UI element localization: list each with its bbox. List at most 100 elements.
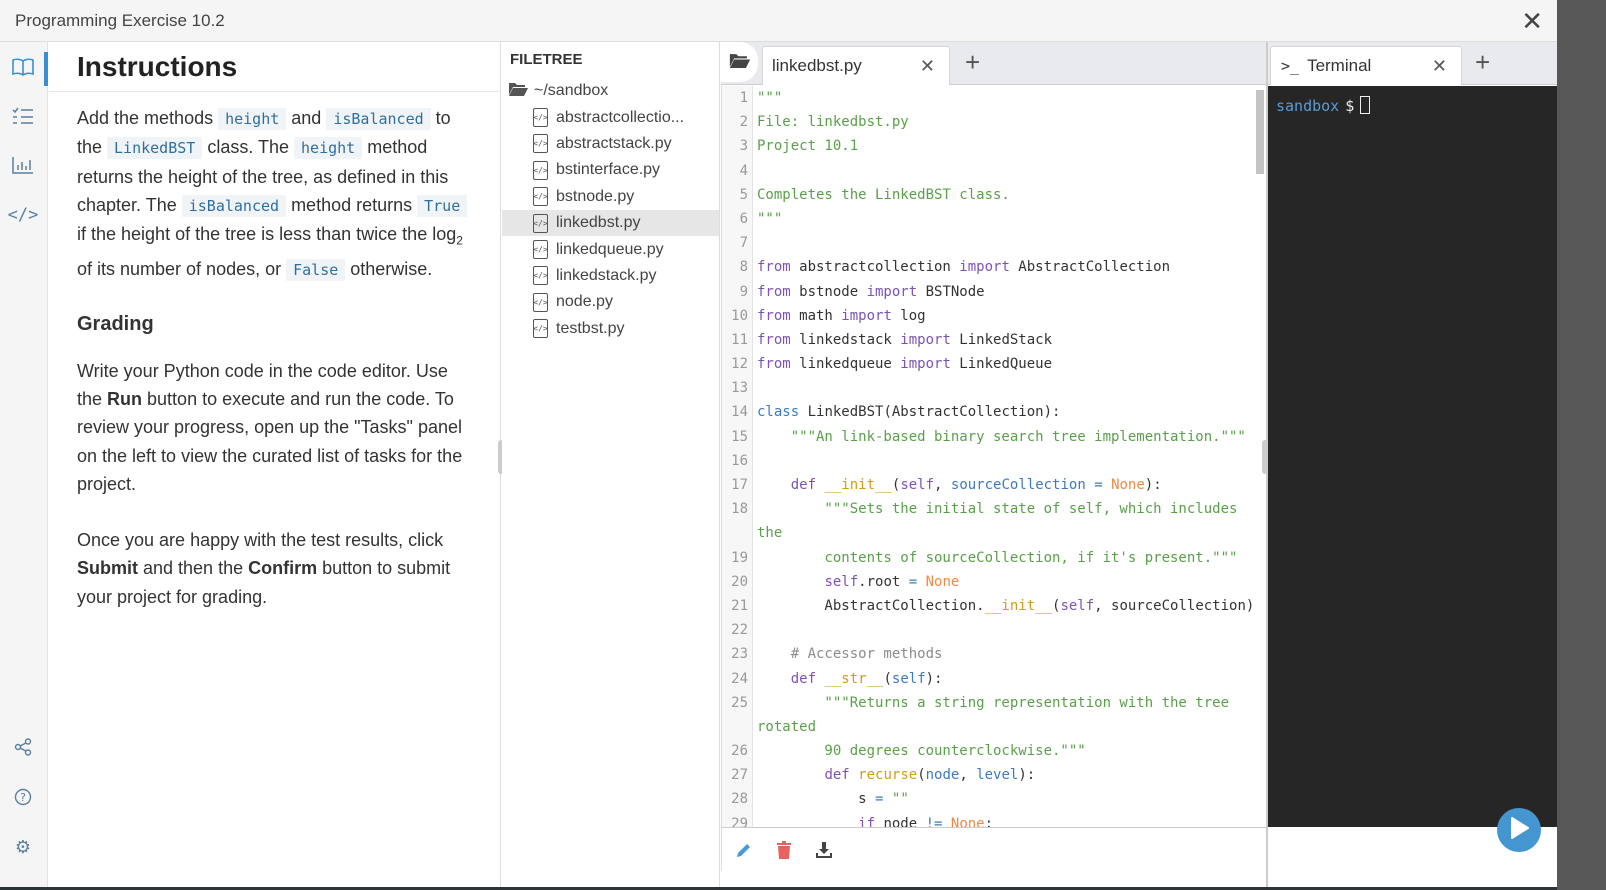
folder-sandbox[interactable]: ~/sandbox — [502, 78, 719, 104]
close-tab-icon[interactable]: ✕ — [1432, 56, 1447, 77]
code-token: .root — [858, 573, 909, 590]
open-folder-button[interactable] — [721, 42, 758, 82]
close-icon[interactable]: ✕ — [1521, 6, 1543, 37]
share-icon[interactable] — [10, 734, 36, 760]
tab-terminal[interactable]: >_ Terminal ✕ — [1270, 46, 1462, 85]
code-line: 8 from abstractcollection import Abstract… — [722, 255, 1252, 279]
chart-icon[interactable] — [10, 152, 36, 178]
run-button[interactable] — [1497, 808, 1541, 852]
code-file-icon: </> — [533, 213, 548, 233]
code-text: Project 10.1 — [757, 134, 858, 158]
instructions-body: Add the methods height and isBalanced to… — [49, 92, 500, 611]
file-item[interactable]: </> bstinterface.py — [502, 157, 719, 183]
file-label: linkedbst.py — [556, 214, 641, 232]
inline-code: height — [294, 137, 363, 160]
line-number: 19 — [731, 549, 748, 566]
code-icon[interactable]: </> — [8, 202, 39, 228]
scrollbar[interactable] — [1256, 90, 1264, 174]
add-tab-button[interactable]: + — [965, 47, 980, 78]
file-item[interactable]: </> node.py — [502, 289, 719, 315]
terminal-cursor — [1360, 96, 1371, 114]
text: method returns — [286, 194, 418, 215]
code-file-icon: </> — [533, 240, 548, 260]
code-file-icon: </> — [533, 292, 548, 312]
file-item[interactable]: </> abstractcollectio... — [502, 104, 719, 130]
code-token: self — [891, 670, 926, 687]
code-token: AbstractCollection — [1009, 259, 1171, 276]
close-tab-icon[interactable]: ✕ — [920, 56, 935, 77]
inline-code: height — [218, 108, 287, 130]
code-token: def — [824, 767, 850, 784]
tab-linkedbst[interactable]: linkedbst.py ✕ — [762, 46, 950, 85]
line-number: 16 — [731, 452, 748, 469]
code-token: recurse — [858, 767, 918, 784]
code-token: from — [757, 283, 791, 300]
file-item[interactable]: </> linkedbst.py — [502, 209, 719, 237]
window-title: Programming Exercise 10.2 — [15, 11, 225, 30]
code-token: "" — [891, 791, 909, 808]
code-line: 22 — [722, 618, 1252, 642]
inline-code: False — [286, 259, 346, 282]
text: otherwise. — [345, 259, 433, 280]
help-icon[interactable]: ? — [10, 784, 36, 810]
code-token: import — [900, 356, 951, 373]
trash-icon[interactable] — [774, 840, 794, 860]
code-token: Project 10.1 — [757, 138, 859, 155]
code-token: def — [790, 477, 817, 493]
code-text: File: linkedbst.py — [757, 110, 909, 134]
code-token: if — [858, 815, 876, 827]
code-text: from linkedqueue import LinkedQueue — [757, 352, 1052, 376]
code-line: 24 def __str__(self): — [722, 667, 1252, 691]
code-token: level — [976, 767, 1019, 784]
book-icon[interactable] — [10, 54, 36, 80]
file-label: linkedqueue.py — [556, 240, 664, 258]
file-label: linkedstack.py — [556, 266, 657, 284]
text: Once you are happy with the test results… — [77, 530, 444, 551]
code-text: rotated — [757, 715, 816, 739]
terminal-output[interactable]: sandbox $ — [1268, 86, 1557, 827]
code-file-icon: </> — [533, 160, 548, 180]
inline-code: isBalanced — [326, 108, 431, 130]
code-token: from — [757, 331, 791, 348]
pencil-icon[interactable] — [734, 840, 754, 860]
line-number: 24 — [731, 670, 748, 687]
file-item[interactable]: </> linkedstack.py — [502, 263, 719, 289]
terminal-panel: >_ Terminal ✕ + sandbox $ — [1266, 42, 1557, 887]
code-text: if node != None: — [757, 812, 993, 827]
code-text: def recurse(node, level): — [757, 763, 1035, 787]
code-token: LinkedQueue — [950, 356, 1053, 373]
svg-text:?: ? — [20, 791, 26, 804]
code-line: 19 contents of sourceCollection, if it's… — [722, 546, 1252, 570]
code-line: rotated — [722, 715, 1252, 739]
code-token: # Accessor methods — [757, 646, 943, 663]
download-icon[interactable] — [814, 840, 834, 860]
code-area[interactable]: 1 """ 2 File: linkedbst.py 3 Project 10.1 4 5 Co… — [721, 86, 1266, 827]
code-line: 25 """Returns a string representation wi… — [722, 691, 1252, 715]
code-line: 3 Project 10.1 — [722, 134, 1252, 158]
code-token: import — [866, 283, 918, 300]
code-token: bstnode — [790, 283, 867, 300]
code-token: ): — [925, 670, 943, 687]
code-line: 18 """Sets the initial state of self, wh… — [722, 497, 1252, 521]
settings-icon[interactable]: ⚙ — [10, 834, 36, 860]
line-number: 1 — [739, 90, 748, 106]
file-item[interactable]: </> testbst.py — [502, 316, 719, 342]
file-item[interactable]: </> bstnode.py — [502, 184, 719, 210]
tab-label: linkedbst.py — [772, 56, 862, 75]
file-item[interactable]: </> linkedqueue.py — [502, 236, 719, 262]
file-item[interactable]: </> abstractstack.py — [502, 131, 719, 157]
tasks-icon[interactable] — [10, 103, 36, 129]
code-token: __str__ — [824, 670, 884, 687]
text: and — [286, 108, 327, 128]
code-token: , sourceCollection) — [1094, 597, 1255, 614]
add-terminal-button[interactable]: + — [1475, 47, 1490, 78]
code-token: LinkedBST(AbstractCollection): — [799, 404, 1061, 421]
code-file-icon: </> — [533, 134, 548, 154]
code-token: class — [757, 404, 800, 421]
code-token: log — [891, 307, 926, 324]
active-indicator — [44, 52, 48, 86]
code-line: 2 File: linkedbst.py — [722, 110, 1252, 134]
line-number: 3 — [739, 138, 748, 155]
